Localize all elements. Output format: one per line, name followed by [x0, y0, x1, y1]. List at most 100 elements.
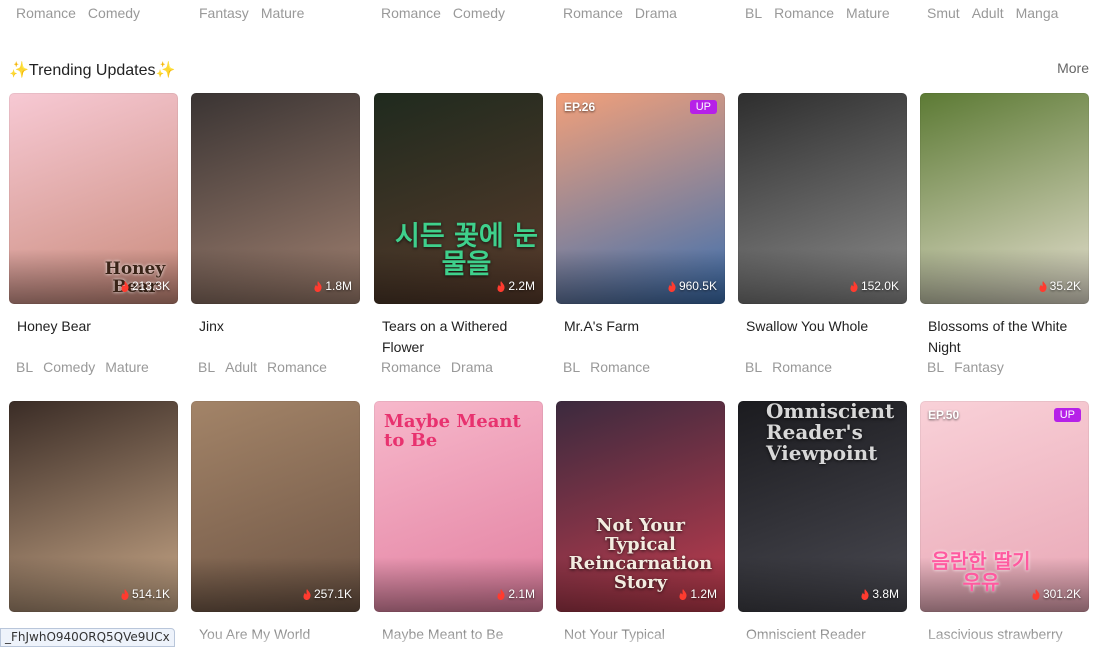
- episode-badge: EP.50: [928, 408, 960, 422]
- cover-artwork-text: 시든 꽃에 눈물을: [395, 221, 538, 281]
- comic-title[interactable]: Swallow You Whole: [746, 316, 901, 337]
- fire-icon: [861, 588, 869, 600]
- tag[interactable]: Adult: [225, 359, 257, 375]
- cover-artwork-text: Maybe Meant to Be: [384, 411, 521, 451]
- tag[interactable]: Fantasy: [954, 359, 1004, 375]
- view-count: 3.8M: [861, 587, 899, 601]
- comic-tags: Romance Drama: [381, 359, 503, 375]
- comic-cover[interactable]: EP.26 UP 960.5K: [556, 93, 725, 304]
- cover-artwork-text: 음란한 딸기우유: [931, 549, 1031, 594]
- fire-icon: [1039, 280, 1047, 292]
- comic-title[interactable]: You Are My World: [199, 624, 354, 645]
- tag[interactable]: Romance: [590, 359, 650, 375]
- tag[interactable]: BL: [745, 5, 762, 21]
- comic-card[interactable]: 257.1K You Are My World: [191, 401, 360, 645]
- tag[interactable]: Manga: [1016, 5, 1059, 21]
- view-count-value: 960.5K: [678, 279, 717, 293]
- section-title: ✨Trending Updates✨: [9, 62, 176, 79]
- tag[interactable]: BL: [563, 359, 580, 375]
- previous-row-tags: Romance Comedy Fantasy Mature Romance Comed…: [0, 0, 1101, 30]
- tag[interactable]: Romance: [381, 359, 441, 375]
- comic-card[interactable]: Honey Bear 213.3K Honey Bear: [9, 93, 178, 337]
- comic-card[interactable]: Not Your Typical Reincarnation Story 1.2M…: [556, 401, 725, 645]
- comic-title[interactable]: Tears on a Withered Flower: [382, 316, 537, 358]
- view-count: 1.2M: [679, 587, 717, 601]
- view-count: 257.1K: [303, 587, 352, 601]
- tag[interactable]: Romance: [563, 5, 623, 21]
- fire-icon: [1032, 588, 1040, 600]
- comic-title[interactable]: Blossoms of the White Night: [928, 316, 1083, 358]
- tag[interactable]: Comedy: [88, 5, 140, 21]
- comic-cover[interactable]: 514.1K: [9, 401, 178, 612]
- view-count: 152.0K: [850, 279, 899, 293]
- tag[interactable]: Drama: [451, 359, 493, 375]
- tag[interactable]: Adult: [972, 5, 1004, 21]
- tag[interactable]: Romance: [16, 5, 76, 21]
- view-count-value: 2.2M: [508, 279, 535, 293]
- tag-group: Romance Drama: [563, 5, 689, 21]
- fire-icon: [314, 280, 322, 292]
- comic-title[interactable]: Jinx: [199, 316, 354, 337]
- comic-cover[interactable]: Omniscient Reader's Viewpoint 3.8M: [738, 401, 907, 612]
- view-count: 301.2K: [1032, 587, 1081, 601]
- tag[interactable]: Fantasy: [199, 5, 249, 21]
- view-count-value: 301.2K: [1042, 587, 1081, 601]
- tag[interactable]: BL: [745, 359, 762, 375]
- tag[interactable]: Romance: [381, 5, 441, 21]
- tag[interactable]: Drama: [635, 5, 677, 21]
- fire-icon: [497, 588, 505, 600]
- view-count-value: 1.8M: [325, 279, 352, 293]
- fire-icon: [121, 588, 129, 600]
- view-count-value: 257.1K: [313, 587, 352, 601]
- comic-card[interactable]: EP.26 UP 960.5K Mr.A's Farm: [556, 93, 725, 337]
- comic-title[interactable]: Maybe Meant to Be: [382, 624, 537, 645]
- comic-cover[interactable]: 35.2K: [920, 93, 1089, 304]
- comic-cover[interactable]: 257.1K: [191, 401, 360, 612]
- comic-card[interactable]: 1.8M Jinx: [191, 93, 360, 337]
- view-count: 1.8M: [314, 279, 352, 293]
- tag[interactable]: Romance: [267, 359, 327, 375]
- view-count: 2.1M: [497, 587, 535, 601]
- comic-card[interactable]: Omniscient Reader's Viewpoint 3.8M Omnisci…: [738, 401, 907, 645]
- comic-cover[interactable]: Not Your Typical Reincarnation Story 1.2M: [556, 401, 725, 612]
- tag[interactable]: Mature: [846, 5, 890, 21]
- view-count: 514.1K: [121, 587, 170, 601]
- tag[interactable]: Mature: [261, 5, 305, 21]
- tag[interactable]: BL: [927, 359, 944, 375]
- comic-card[interactable]: 시든 꽃에 눈물을 2.2M Tears on a Withered Flower: [374, 93, 543, 358]
- tag[interactable]: Smut: [927, 5, 960, 21]
- comic-cover[interactable]: 152.0K: [738, 93, 907, 304]
- comic-card[interactable]: 514.1KThe Night...: [9, 401, 178, 645]
- comic-card[interactable]: 35.2K Blossoms of the White Night: [920, 93, 1089, 358]
- comic-title[interactable]: Mr.A's Farm: [564, 316, 719, 337]
- comic-tags: BL Romance: [745, 359, 842, 375]
- comic-cover[interactable]: EP.50 UP 음란한 딸기우유 301.2K: [920, 401, 1089, 612]
- comic-tags: BL Comedy Mature: [16, 359, 159, 375]
- comic-card[interactable]: 152.0K Swallow You Whole: [738, 93, 907, 337]
- view-count-value: 2.1M: [508, 587, 535, 601]
- comic-cover[interactable]: 1.8M: [191, 93, 360, 304]
- comic-card[interactable]: Maybe Meant to Be 2.1M Maybe Meant to Be: [374, 401, 543, 645]
- tag[interactable]: BL: [198, 359, 215, 375]
- tag[interactable]: BL: [16, 359, 33, 375]
- episode-badge: EP.26: [564, 100, 596, 114]
- comic-card[interactable]: EP.50 UP 음란한 딸기우유 301.2K Lascivious strawber…: [920, 401, 1089, 645]
- up-badge: UP: [1053, 408, 1081, 422]
- comic-title[interactable]: Lascivious strawberry: [928, 624, 1083, 645]
- comic-cover[interactable]: 시든 꽃에 눈물을 2.2M: [374, 93, 543, 304]
- tag[interactable]: Comedy: [453, 5, 505, 21]
- cover-artwork-text: Omniscient Reader's Viewpoint: [766, 401, 895, 465]
- more-link[interactable]: More: [1057, 60, 1089, 76]
- comic-title[interactable]: Omniscient Reader: [746, 624, 901, 645]
- view-count: 960.5K: [668, 279, 717, 293]
- comic-title[interactable]: Not Your Typical: [564, 624, 719, 645]
- comic-title[interactable]: Honey Bear: [17, 316, 172, 337]
- tag[interactable]: Romance: [774, 5, 834, 21]
- tag-group: BL Romance Mature: [745, 5, 902, 21]
- comic-cover[interactable]: Maybe Meant to Be 2.1M: [374, 401, 543, 612]
- tag[interactable]: Mature: [105, 359, 149, 375]
- tag[interactable]: Romance: [772, 359, 832, 375]
- tag[interactable]: Comedy: [43, 359, 95, 375]
- cover-artwork-text: Not Your Typical Reincarnation Story: [568, 515, 713, 593]
- comic-cover[interactable]: Honey Bear 213.3K: [9, 93, 178, 304]
